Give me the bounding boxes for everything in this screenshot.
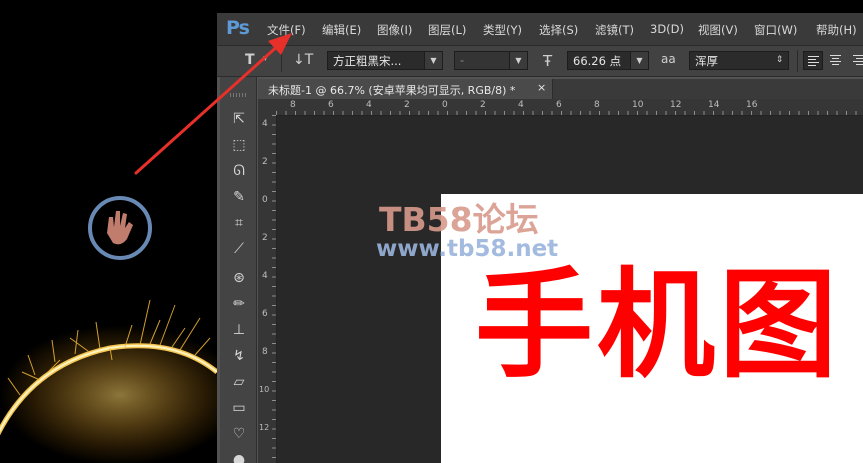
annotation-arrow <box>134 33 292 175</box>
